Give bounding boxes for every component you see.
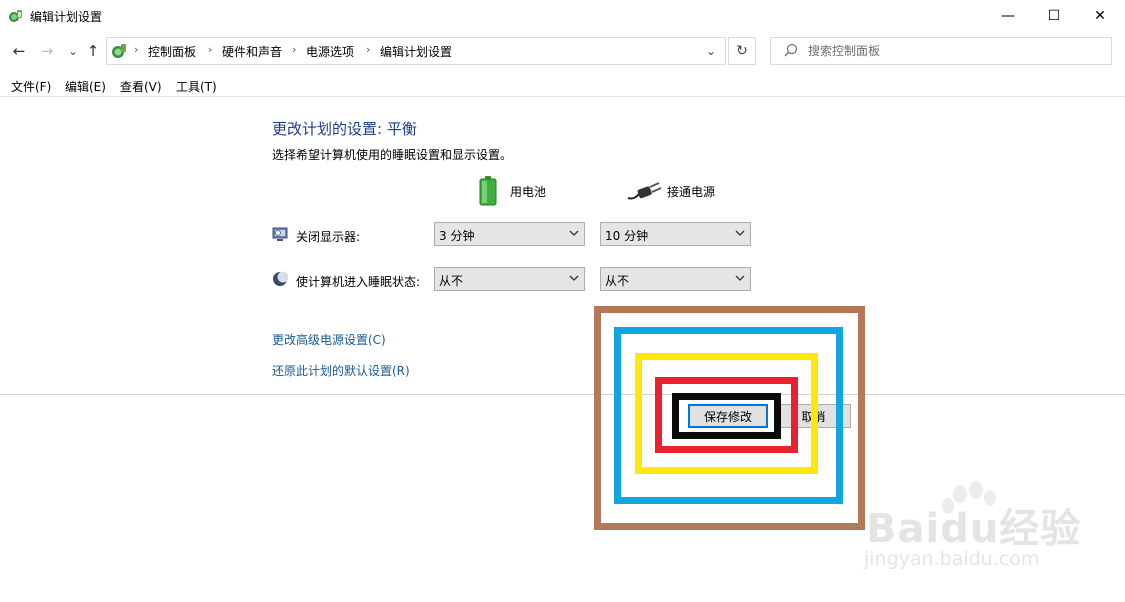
save-changes-button[interactable]: 保存修改 (688, 404, 768, 428)
column-header-plugged-in: 接通电源 (667, 185, 716, 199)
search-input[interactable] (808, 40, 1098, 62)
chevron-down-icon (569, 275, 579, 281)
close-button[interactable]: ✕ (1077, 0, 1123, 32)
address-dropdown-button[interactable]: ⌄ (700, 42, 722, 60)
breadcrumb-separator: › (292, 43, 297, 56)
display-plugged-value: 10 分钟 (605, 229, 649, 243)
display-plugged-select[interactable]: 10 分钟 (600, 222, 751, 246)
minimize-button[interactable]: — (985, 0, 1031, 32)
maximize-button[interactable]: ☐ (1031, 0, 1077, 32)
power-options-icon (9, 10, 22, 22)
breadcrumb-control-panel[interactable]: 控制面板 (148, 43, 196, 60)
chevron-down-icon (569, 230, 579, 236)
sleep-battery-select[interactable]: 从不 (434, 267, 585, 291)
turn-off-display-label: 关闭显示器: (296, 230, 361, 244)
breadcrumb-edit-plan-settings[interactable]: 编辑计划设置 (380, 43, 452, 60)
menu-view[interactable]: 查看(V) (120, 78, 162, 95)
display-battery-select[interactable]: 3 分钟 (434, 222, 585, 246)
menu-file[interactable]: 文件(F) (11, 78, 51, 95)
display-battery-value: 3 分钟 (439, 229, 475, 243)
chevron-down-icon: ⌄ (68, 44, 78, 58)
plug-icon (627, 182, 662, 200)
restore-defaults-link[interactable]: 还原此计划的默认设置(R) (272, 362, 410, 379)
footer-divider (0, 394, 1125, 395)
sleep-label: 使计算机进入睡眠状态: (296, 275, 421, 289)
up-button[interactable]: ↑ (84, 42, 102, 60)
maximize-icon: ☐ (1047, 8, 1061, 24)
watermark-brand: Baidu经验 (866, 506, 1082, 552)
up-arrow-icon: ↑ (86, 42, 100, 60)
chevron-down-icon (735, 275, 745, 281)
window-title: 编辑计划设置 (30, 10, 103, 24)
page-subtitle: 选择希望计算机使用的睡眠设置和显示设置。 (272, 148, 513, 162)
advanced-power-settings-link[interactable]: 更改高级电源设置(C) (272, 331, 386, 348)
control-panel-icon (112, 44, 126, 58)
cancel-button[interactable]: 取消 (776, 404, 851, 428)
display-icon (272, 227, 288, 241)
title-bar (0, 0, 1125, 32)
close-icon: ✕ (1094, 8, 1106, 24)
column-header-battery: 用电池 (510, 185, 547, 199)
back-arrow-icon: ← (12, 42, 26, 60)
breadcrumb-hardware-sound[interactable]: 硬件和声音 (222, 43, 282, 60)
forward-arrow-icon: → (40, 42, 54, 60)
breadcrumb-separator: › (134, 43, 139, 56)
breadcrumb-power-options[interactable]: 电源选项 (306, 43, 354, 60)
menu-tools[interactable]: 工具(T) (176, 78, 217, 95)
sleep-plugged-select[interactable]: 从不 (600, 267, 751, 291)
back-button[interactable]: ← (10, 42, 28, 60)
refresh-icon: ↻ (736, 43, 748, 59)
forward-button[interactable]: → (38, 42, 56, 60)
sleep-plugged-value: 从不 (605, 274, 630, 288)
breadcrumb-separator: › (366, 43, 371, 56)
sleep-battery-value: 从不 (439, 274, 464, 288)
menu-edit[interactable]: 编辑(E) (65, 78, 106, 95)
menu-bar (0, 74, 1125, 97)
chevron-down-icon: ⌄ (705, 44, 717, 58)
sleep-moon-icon (273, 271, 288, 286)
recent-locations-button[interactable]: ⌄ (64, 42, 82, 60)
watermark-domain: jingyan.baidu.com (864, 548, 1040, 570)
minimize-icon: — (1001, 8, 1015, 24)
breadcrumb-separator: › (208, 43, 213, 56)
page-title: 更改计划的设置: 平衡 (272, 120, 417, 138)
chevron-down-icon (735, 230, 745, 236)
battery-icon (479, 176, 497, 206)
search-icon (784, 43, 798, 57)
refresh-button[interactable]: ↻ (728, 37, 756, 65)
